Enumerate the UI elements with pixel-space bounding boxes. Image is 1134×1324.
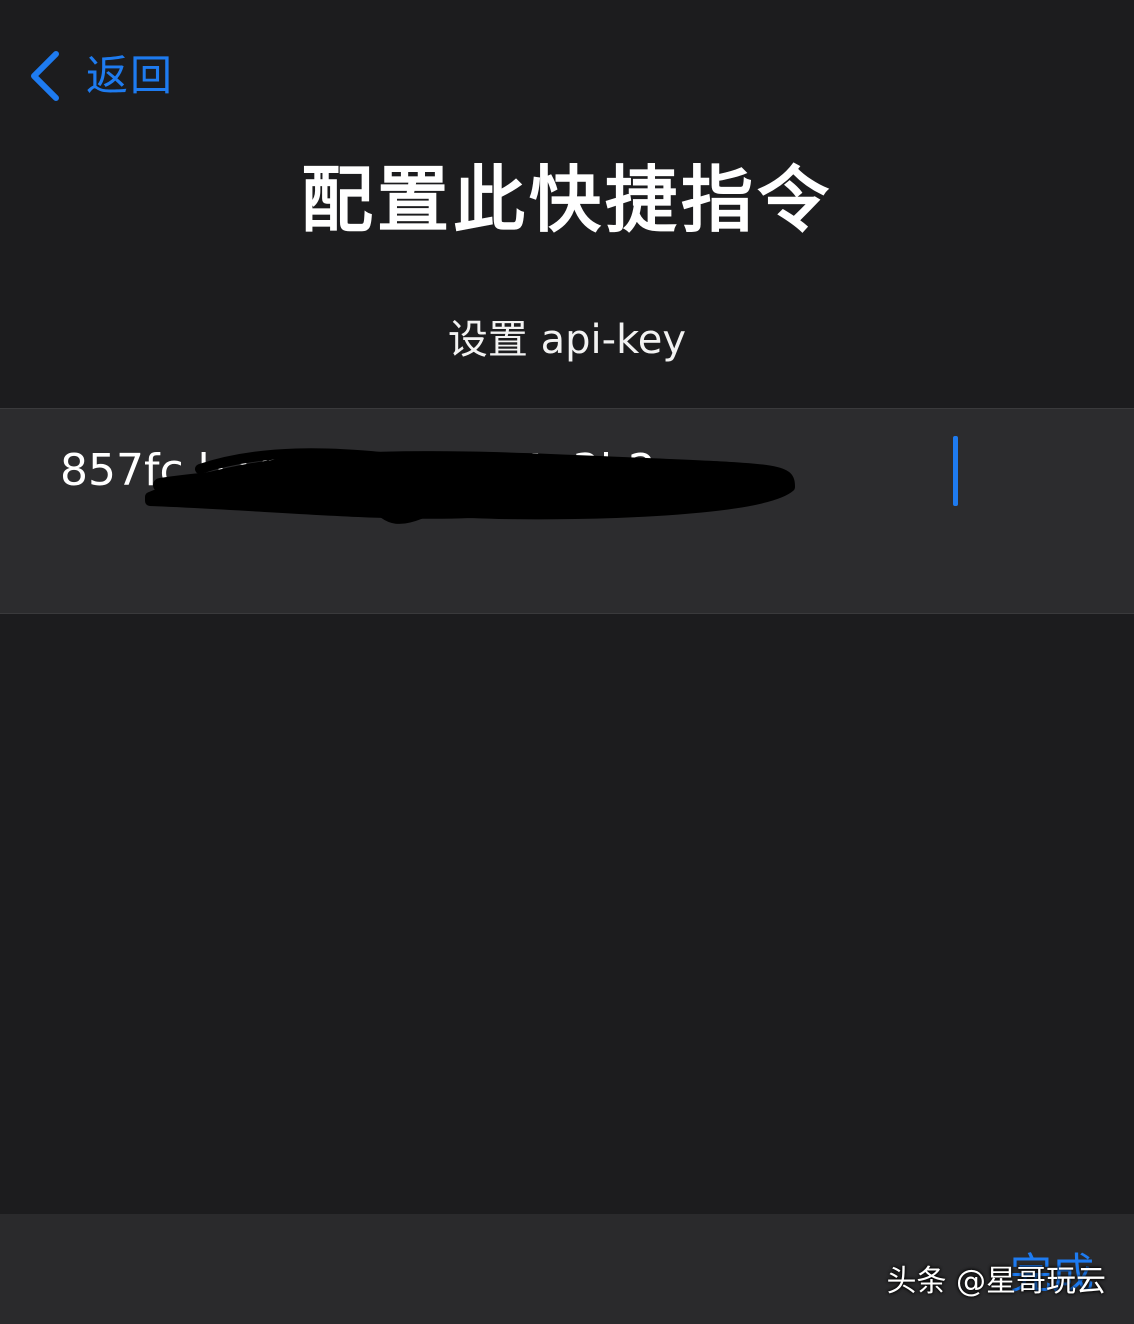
page-title: 配置此快捷指令 xyxy=(300,158,833,242)
watermark: 头条 @星哥玩云 xyxy=(886,1264,1106,1299)
api-key-input-cell[interactable]: 857fc ba4 6 5ea26fe4a3b2 xyxy=(0,408,1134,614)
text-cursor xyxy=(953,436,958,506)
api-key-label: 设置 api-key xyxy=(447,317,687,363)
bottom-toolbar: 完成 头条 @星哥玩云 xyxy=(0,1214,1134,1324)
api-key-input[interactable]: 857fc ba4 6 5ea26fe4a3b2 xyxy=(60,435,656,507)
chevron-left-icon xyxy=(31,51,59,101)
back-button[interactable]: 返回 xyxy=(26,48,174,104)
back-label: 返回 xyxy=(86,51,175,100)
